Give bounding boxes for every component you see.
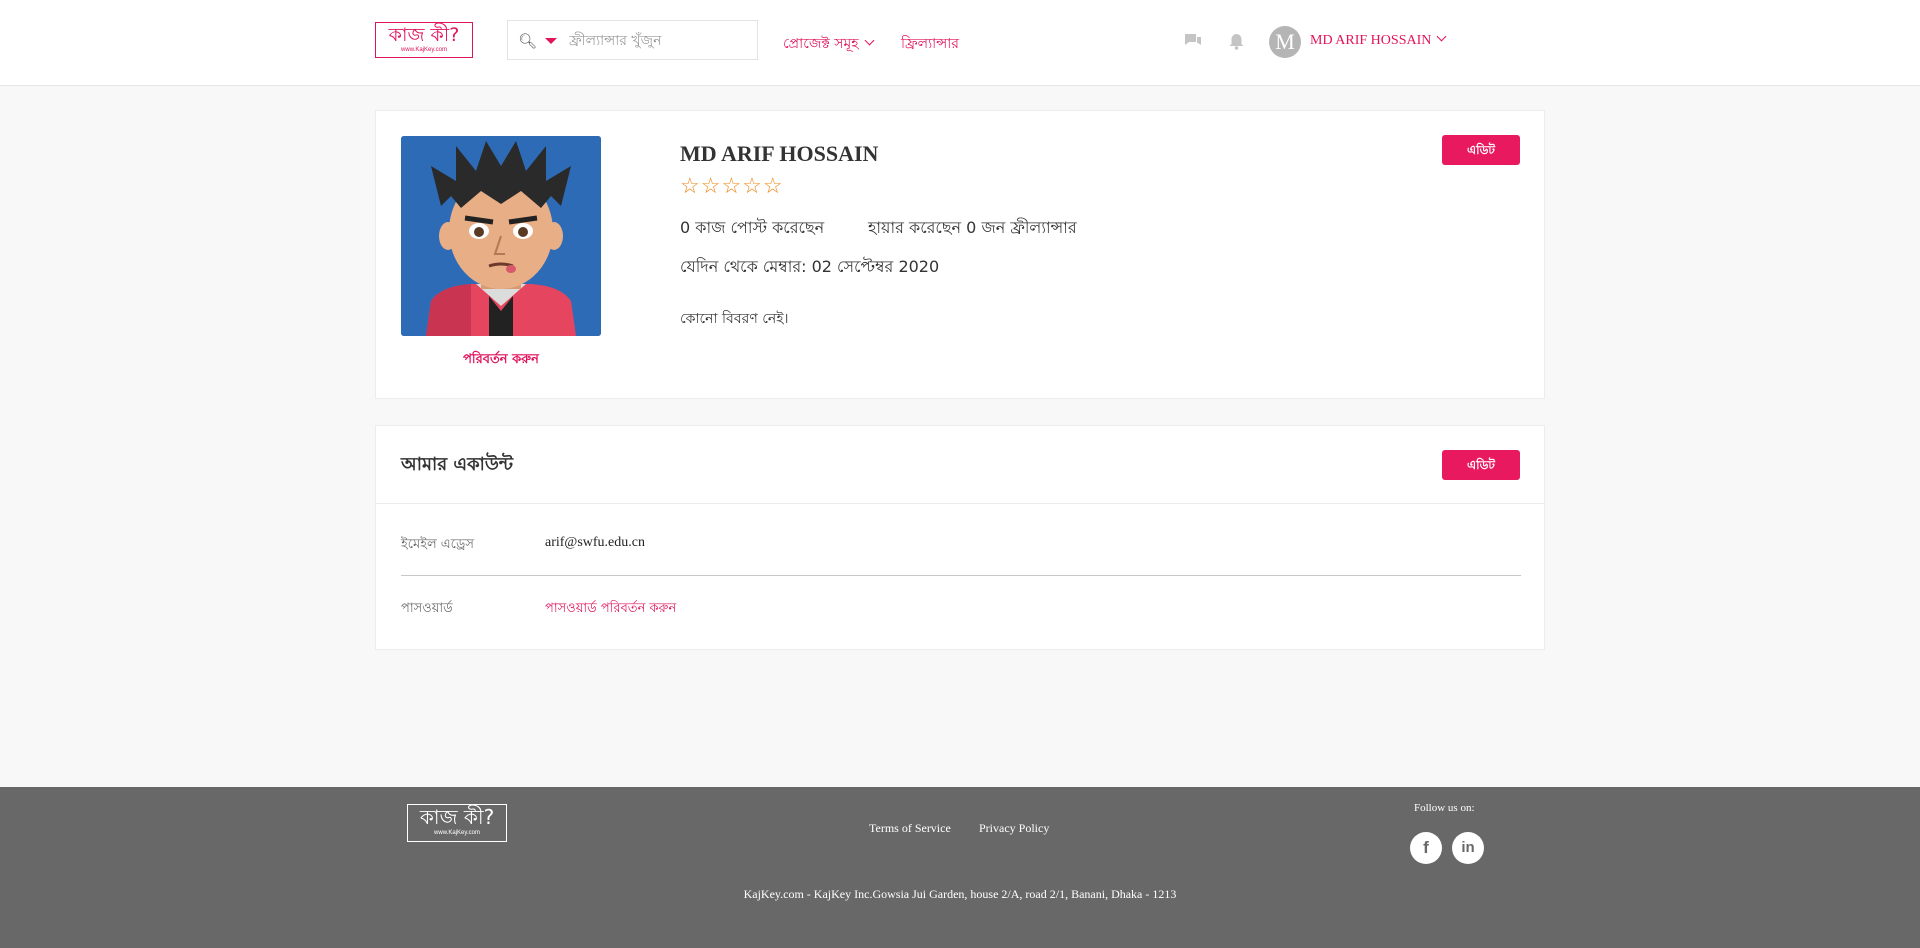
facebook-icon[interactable]: f [1410,832,1442,864]
profile-photo [401,136,601,336]
footer-logo-text: কাজ কী? [419,805,495,829]
bell-icon[interactable] [1229,33,1244,55]
password-label: পাসওয়ার্ড [401,601,453,616]
hired-stat: হায়ার করেছেন 0 জন ফ্রীল্যান্সার [868,218,1077,237]
privacy-link[interactable]: Privacy Policy [979,821,1049,836]
site-logo[interactable]: কাজ কী? www.KajKey.com [375,22,473,58]
email-label: ইমেইল এড্রেস [401,537,475,552]
search-filter-caret-icon[interactable] [545,38,557,44]
top-header: কাজ কী? www.KajKey.com 🔍︎ প্রোজেক্ট সমূহ… [0,0,1920,86]
logo-subtext: www.KajKey.com [401,47,447,53]
divider [376,503,1544,504]
change-password-link[interactable]: পাসওয়ার্ড পরিবর্তন করুন [545,599,676,620]
account-card: আমার একাউন্ট এডিট ইমেইল এড্রেস arif@swfu… [375,425,1545,650]
footer-logo[interactable]: কাজ কী? www.KajKey.com [407,804,507,842]
terms-link[interactable]: Terms of Service [869,821,951,836]
linkedin-icon[interactable]: in [1452,832,1484,864]
avatar-letter: M [1275,29,1295,54]
logo-text: কাজ কী? [388,24,460,46]
follow-us-label: Follow us on: [1414,802,1475,814]
account-title: আমার একাউন্ট [401,454,514,475]
divider [401,575,1521,576]
nav-freelancer[interactable]: ফ্রিল্যান্সার [901,32,959,56]
jobs-posted-stat: 0 কাজ পোস্ট করেছেন [680,218,825,237]
change-photo-link[interactable]: পরিবর্তন করুন [401,350,601,371]
user-avatar[interactable]: M [1269,26,1301,58]
company-address: KajKey.com - KajKey Inc.Gowsia Jui Garde… [743,887,1177,901]
email-value: arif@swfu.edu.cn [545,535,645,550]
user-menu-name: MD ARIF HOSSAIN [1310,33,1432,48]
profile-description: কোনো বিবরণ নেই। [680,311,789,327]
nav-projects[interactable]: প্রোজেক্ট সমূহ [783,32,875,56]
search-icon[interactable]: 🔍︎ [518,32,537,51]
rating-stars: ☆☆☆☆☆ [680,173,784,198]
profile-card: পরিবর্তন করুন MD ARIF HOSSAIN ☆☆☆☆☆ 0 কা… [375,110,1545,399]
search-input[interactable] [567,29,751,53]
edit-profile-button[interactable]: এডিট [1442,135,1520,165]
chevron-down-icon [864,35,875,46]
nav-projects-label: প্রোজেক্ট সমূহ [783,36,859,52]
chat-icon[interactable] [1184,33,1202,54]
footer-logo-subtext: www.KajKey.com [434,830,480,836]
freelancer-search-box: 🔍︎ [507,20,758,60]
chevron-down-icon [1436,31,1447,42]
nav-freelancer-label: ফ্রিল্যান্সার [901,36,959,52]
profile-name: MD ARIF HOSSAIN [680,141,879,166]
footer: কাজ কী? www.KajKey.com Terms of Service … [0,787,1920,948]
edit-account-button[interactable]: এডিট [1442,450,1520,480]
user-menu[interactable]: MD ARIF HOSSAIN [1310,31,1447,49]
member-since: যেদিন থেকে মেম্বার: 02 সেপ্টেম্বর 2020 [680,257,940,276]
